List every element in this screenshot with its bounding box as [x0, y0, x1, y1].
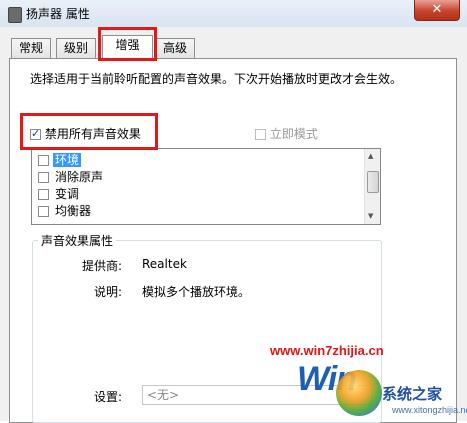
effect-description-value: 模拟多个播放环境。	[142, 285, 251, 299]
watermark-site-name: 系统之家	[382, 386, 443, 403]
effects-list[interactable]: 环境 消除原声 变调 均衡器 ▲ ▼	[31, 148, 381, 225]
tab-levels[interactable]: 级别	[56, 38, 96, 59]
provider-label: 提供商:	[82, 259, 123, 273]
checkbox-icon[interactable]	[38, 189, 49, 200]
list-item[interactable]: 消除原声	[38, 169, 105, 185]
tab-advanced[interactable]: 高级	[155, 38, 195, 59]
tab-general[interactable]: 常规	[11, 38, 51, 59]
immediate-mode-checkbox: 立即模式	[255, 125, 318, 142]
list-item[interactable]: 变调	[38, 186, 81, 202]
provider-value: Realtek	[142, 257, 187, 271]
speaker-icon	[8, 7, 22, 23]
scroll-down-icon[interactable]: ▼	[368, 212, 373, 220]
checkbox-icon	[255, 129, 266, 140]
list-scrollbar[interactable]: ▲ ▼	[364, 149, 380, 224]
effect-description-label: 说明:	[94, 285, 123, 299]
checkbox-icon[interactable]	[38, 155, 49, 166]
close-button[interactable]: ✕	[414, 0, 460, 21]
scroll-thumb[interactable]	[367, 171, 379, 193]
description-text: 选择适用于当前聆听配置的声音效果。下次开始播放时更改才会生效。	[30, 72, 403, 86]
scroll-up-icon[interactable]: ▲	[368, 152, 373, 160]
watermark-site-url: www.xitongzhijia.net	[392, 405, 467, 415]
immediate-mode-label: 立即模式	[269, 127, 318, 141]
highlight-tab-box	[98, 27, 157, 61]
list-item[interactable]: 环境	[38, 152, 82, 168]
group-title: 声音效果属性	[38, 232, 117, 249]
list-item[interactable]: 均衡器	[38, 203, 93, 219]
checkbox-icon[interactable]	[38, 172, 49, 183]
window-titlebar: 扬声器 属性 ✕	[0, 0, 467, 28]
settings-label: 设置:	[94, 390, 123, 404]
watermark-url: www.win7zhijia.cn	[270, 343, 384, 358]
globe-icon	[336, 370, 382, 416]
highlight-checkbox-box	[20, 113, 158, 150]
window-title: 扬声器 属性	[26, 7, 90, 21]
checkbox-icon[interactable]	[38, 206, 49, 217]
